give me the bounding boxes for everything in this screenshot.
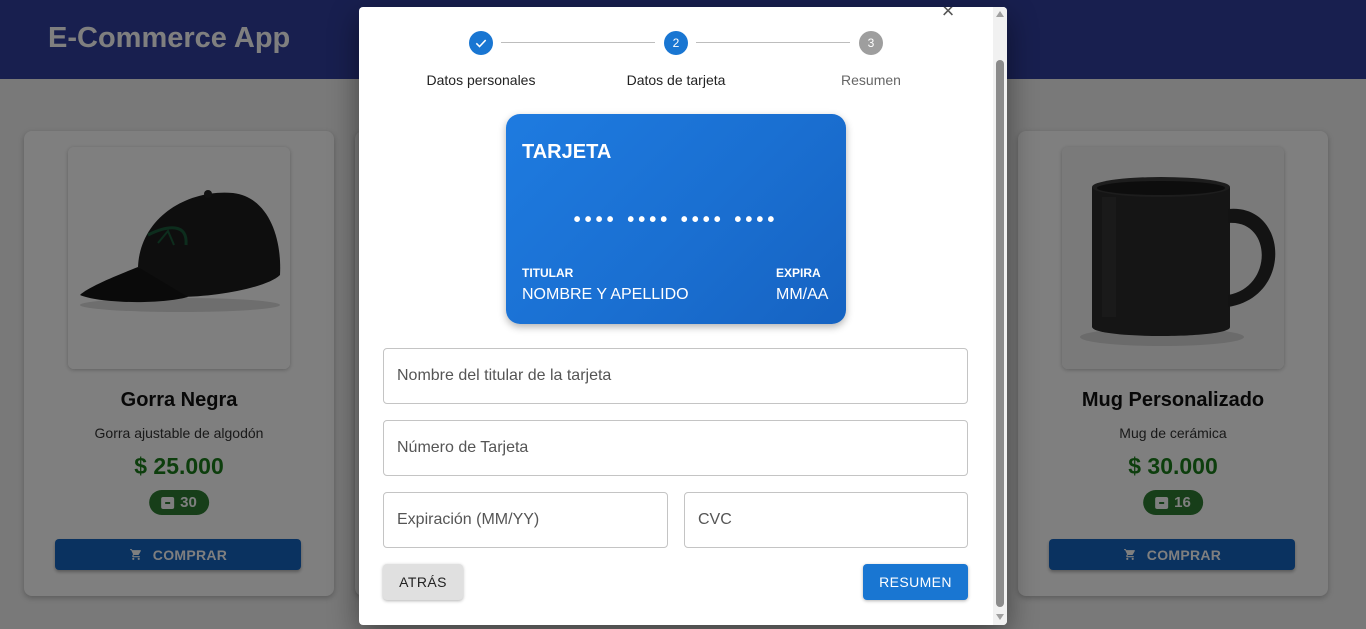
step-label: Datos personales — [426, 72, 536, 88]
card-title: TARJETA — [522, 141, 612, 163]
step-connector — [696, 42, 850, 43]
expiry-value: MM/AA — [776, 286, 829, 303]
expiry-label: EXPIRA — [776, 266, 821, 280]
step-2-active: 2 — [664, 31, 688, 55]
card-number-field — [383, 420, 968, 476]
check-icon — [475, 39, 487, 48]
back-button[interactable]: ATRÁS — [383, 564, 463, 600]
card-number: •••• •••• •••• •••• — [573, 209, 779, 231]
holder-value: NOMBRE Y APELLIDO — [522, 286, 689, 303]
summary-button[interactable]: RESUMEN — [863, 564, 968, 600]
step-1-completed — [469, 31, 493, 55]
scroll-thumb[interactable] — [996, 60, 1004, 607]
scrollbar[interactable] — [993, 7, 1007, 625]
step-connector — [501, 42, 655, 43]
scroll-up-arrow-icon[interactable] — [996, 11, 1004, 17]
cvc-field — [684, 492, 968, 548]
holder-label: TITULAR — [522, 266, 574, 280]
step-label: Datos de tarjeta — [626, 72, 726, 88]
card-number-input[interactable] — [384, 421, 967, 475]
scroll-down-arrow-icon[interactable] — [996, 614, 1004, 620]
checkout-dialog: × 2 3 Datos personales Datos de tarjeta … — [359, 7, 1007, 625]
card-preview: TARJETA •••• •••• •••• •••• TITULAR NOMB… — [506, 114, 846, 324]
step-label: Resumen — [841, 72, 901, 88]
close-icon[interactable]: × — [939, 7, 957, 22]
expiry-input[interactable] — [384, 493, 667, 547]
cardholder-name-input[interactable] — [384, 349, 967, 403]
step-3-pending: 3 — [859, 31, 883, 55]
expiry-field — [383, 492, 668, 548]
cardholder-name-field — [383, 348, 968, 404]
cvc-input[interactable] — [685, 493, 967, 547]
